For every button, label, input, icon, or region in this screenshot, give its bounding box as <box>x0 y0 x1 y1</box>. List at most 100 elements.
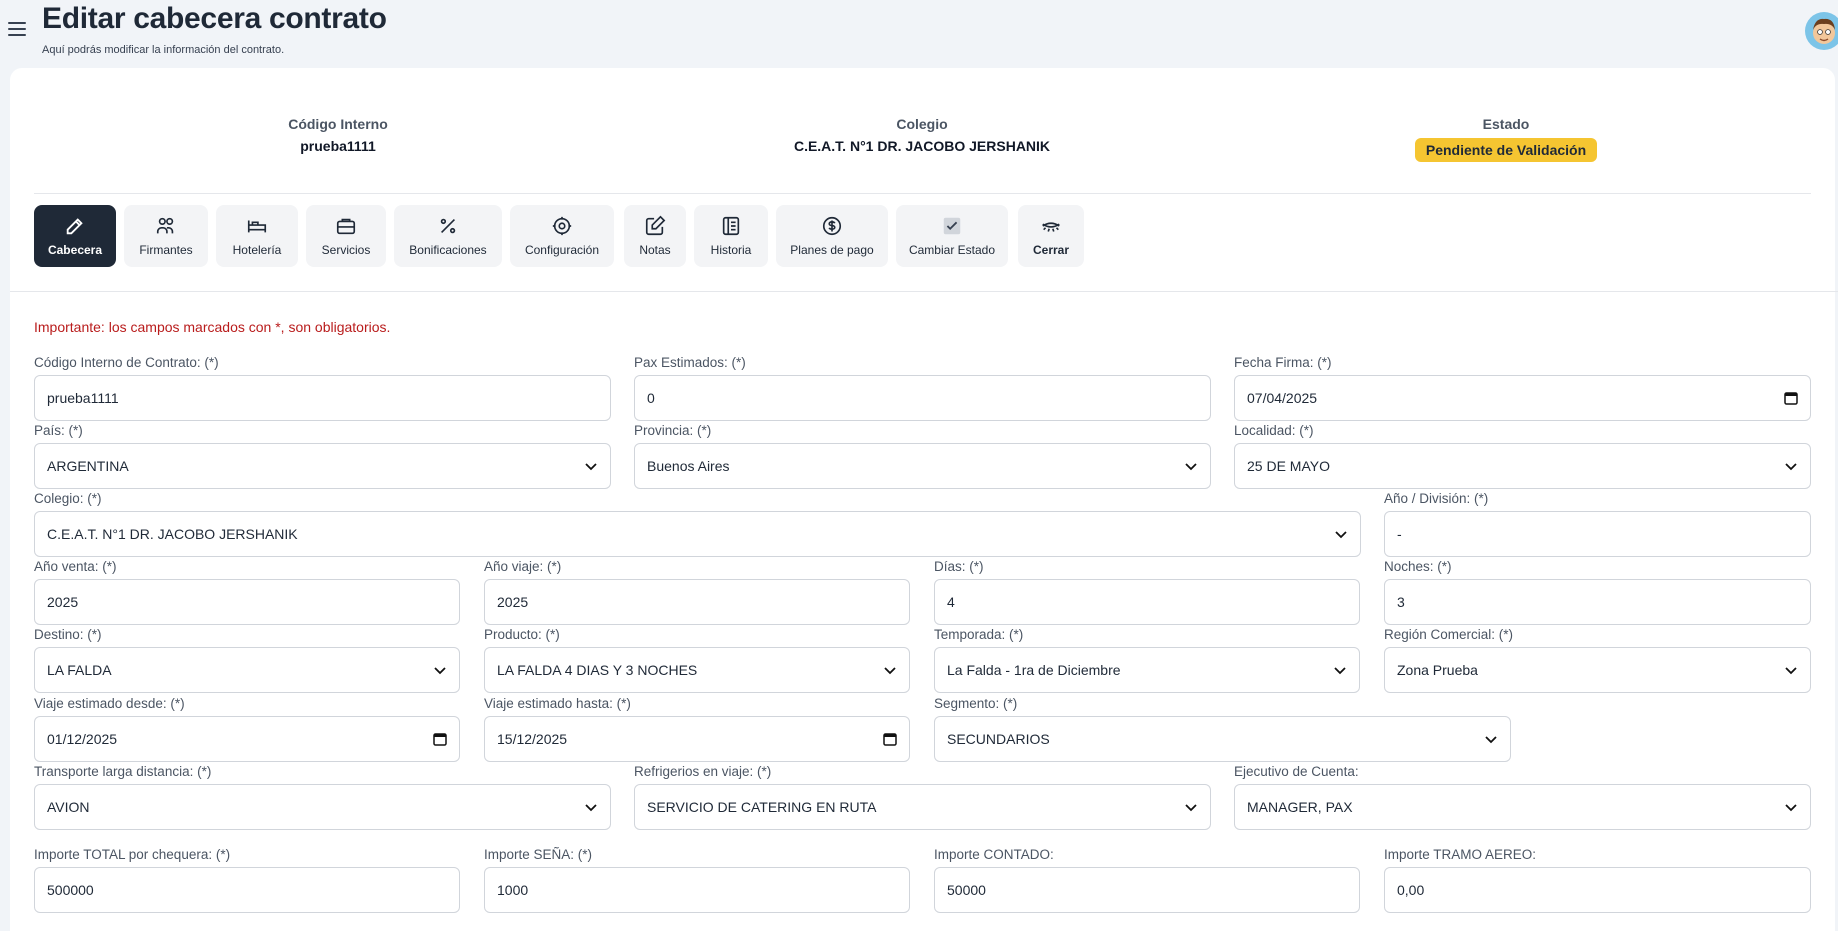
tab-label: Bonificaciones <box>409 243 487 257</box>
chevron-down-icon <box>585 463 597 471</box>
importe-sena-field: Importe SEÑA: (*) 1000 <box>484 847 910 913</box>
importe-tramo-field: Importe TRAMO AEREO: 0,00 <box>1384 847 1811 913</box>
destino-select[interactable]: LA FALDA <box>34 647 460 693</box>
chevron-down-icon <box>1335 531 1347 539</box>
anio-venta-field: Año venta: (*) 2025 <box>34 559 460 625</box>
tab-firmantes[interactable]: Firmantes <box>124 205 208 267</box>
calendar-icon[interactable] <box>433 732 447 746</box>
field-label: Importe TRAMO AEREO: <box>1384 847 1537 862</box>
required-fields-notice: Importante: los campos marcados con *, s… <box>34 319 391 335</box>
calendar-icon[interactable] <box>1784 391 1798 405</box>
refrigerios-select[interactable]: SERVICIO DE CATERING EN RUTA <box>634 784 1211 830</box>
anio-viaje-input[interactable]: 2025 <box>484 579 910 625</box>
colegio-select[interactable]: C.E.A.T. N°1 DR. JACOBO JERSHANIK <box>34 511 1361 557</box>
tab-cabecera[interactable]: Cabecera <box>34 205 116 267</box>
noches-input[interactable]: 3 <box>1384 579 1811 625</box>
field-value: 2025 <box>47 594 79 610</box>
transporte-select[interactable]: AVION <box>34 784 611 830</box>
tab-label: Planes de pago <box>790 243 874 257</box>
field-label: Provincia: (*) <box>634 423 712 438</box>
tab-servicios[interactable]: Servicios <box>306 205 386 267</box>
tab-cerrar[interactable]: Cerrar <box>1018 205 1084 267</box>
importe-contado-input[interactable]: 50000 <box>934 867 1360 913</box>
dias-input[interactable]: 4 <box>934 579 1360 625</box>
field-value: - <box>1397 526 1402 542</box>
noches-field: Noches: (*) 3 <box>1384 559 1811 625</box>
provincia-select[interactable]: Buenos Aires <box>634 443 1211 489</box>
field-label: Región Comercial: (*) <box>1384 627 1514 642</box>
tab-cambiar-estado[interactable]: Cambiar Estado <box>896 205 1008 267</box>
field-value: Buenos Aires <box>647 458 730 474</box>
segmento-select[interactable]: SECUNDARIOS <box>934 716 1511 762</box>
field-label: Año viaje: (*) <box>484 559 562 574</box>
field-value: 25 DE MAYO <box>1247 458 1330 474</box>
localidad-select[interactable]: 25 DE MAYO <box>1234 443 1811 489</box>
colegio-field: Colegio: (*) C.E.A.T. N°1 DR. JACOBO JER… <box>34 491 1361 557</box>
field-label: Año / División: (*) <box>1384 491 1489 506</box>
field-label: Código Interno de Contrato: (*) <box>34 355 219 370</box>
pax-estimados-input[interactable]: 0 <box>634 375 1211 421</box>
info-codigo: Código Interno prueba1111 <box>238 116 438 154</box>
chevron-down-icon <box>434 667 446 675</box>
pais-select[interactable]: ARGENTINA <box>34 443 611 489</box>
tab-notas[interactable]: Notas <box>624 205 686 267</box>
tab-hoteleria[interactable]: Hotelería <box>216 205 298 267</box>
dias-field: Días: (*) 4 <box>934 559 1360 625</box>
estado-label: Estado <box>1482 116 1530 132</box>
division-input[interactable]: - <box>1384 511 1811 557</box>
calendar-icon[interactable] <box>883 732 897 746</box>
field-value: 01/12/2025 <box>47 731 118 747</box>
field-value: 1000 <box>497 882 529 898</box>
region-comercial-select[interactable]: Zona Prueba <box>1384 647 1811 693</box>
codigo-value: prueba1111 <box>300 138 376 154</box>
avatar-face-icon <box>1813 18 1835 44</box>
avatar[interactable] <box>1805 12 1838 50</box>
destino-field: Destino: (*) LA FALDA <box>34 627 460 693</box>
pax-estimados-field: Pax Estimados: (*) 0 <box>634 355 1211 421</box>
field-value: Zona Prueba <box>1397 662 1478 678</box>
viaje-desde-input[interactable]: 01/12/2025 <box>34 716 460 762</box>
field-label: Pax Estimados: (*) <box>634 355 746 370</box>
temporada-select[interactable]: La Falda - 1ra de Diciembre <box>934 647 1360 693</box>
anio-venta-input[interactable]: 2025 <box>34 579 460 625</box>
field-label: Destino: (*) <box>34 627 102 642</box>
field-value: La Falda - 1ra de Diciembre <box>947 662 1121 678</box>
field-label: Viaje estimado hasta: (*) <box>484 696 631 711</box>
chevron-down-icon <box>1185 463 1197 471</box>
fecha-firma-input[interactable]: 07/04/2025 <box>1234 375 1811 421</box>
importe-contado-field: Importe CONTADO: 50000 <box>934 847 1360 913</box>
segmento-field: Segmento: (*) SECUNDARIOS <box>934 696 1511 762</box>
field-label: Transporte larga distancia: (*) <box>34 764 212 779</box>
field-value: prueba1111 <box>47 390 119 406</box>
field-value: 0 <box>647 390 655 406</box>
importe-sena-input[interactable]: 1000 <box>484 867 910 913</box>
codigo-label: Código Interno <box>288 116 388 132</box>
menu-toggle-button[interactable] <box>8 22 26 40</box>
importe-tramo-input[interactable]: 0,00 <box>1384 867 1811 913</box>
tab-bonificaciones[interactable]: Bonificaciones <box>394 205 502 267</box>
importe-total-input[interactable]: 500000 <box>34 867 460 913</box>
history-icon <box>722 216 740 236</box>
chevron-down-icon <box>1334 667 1346 675</box>
field-label: Colegio: (*) <box>34 491 102 506</box>
ejecutivo-field: Ejecutivo de Cuenta: MANAGER, PAX <box>1234 764 1811 830</box>
tab-label: Historia <box>710 243 752 257</box>
field-label: País: (*) <box>34 423 83 438</box>
ejecutivo-select[interactable]: MANAGER, PAX <box>1234 784 1811 830</box>
tab-planes-de-pago[interactable]: Planes de pago <box>776 205 888 267</box>
viaje-hasta-input[interactable]: 15/12/2025 <box>484 716 910 762</box>
field-label: Segmento: (*) <box>934 696 1018 711</box>
field-value: 500000 <box>47 882 94 898</box>
chevron-down-icon <box>1785 804 1797 812</box>
producto-select[interactable]: LA FALDA 4 DIAS Y 3 NOCHES <box>484 647 910 693</box>
users-icon <box>156 217 174 234</box>
tab-historia[interactable]: Historia <box>694 205 768 267</box>
temporada-field: Temporada: (*) La Falda - 1ra de Diciemb… <box>934 627 1360 693</box>
field-label: Días: (*) <box>934 559 984 574</box>
divider <box>34 193 1811 194</box>
field-value: 50000 <box>947 882 986 898</box>
viaje-desde-field: Viaje estimado desde: (*) 01/12/2025 <box>34 696 460 762</box>
tab-label: Firmantes <box>139 243 193 257</box>
tab-configuracion[interactable]: Configuración <box>510 205 614 267</box>
codigo-interno-input[interactable]: prueba1111 <box>34 375 611 421</box>
